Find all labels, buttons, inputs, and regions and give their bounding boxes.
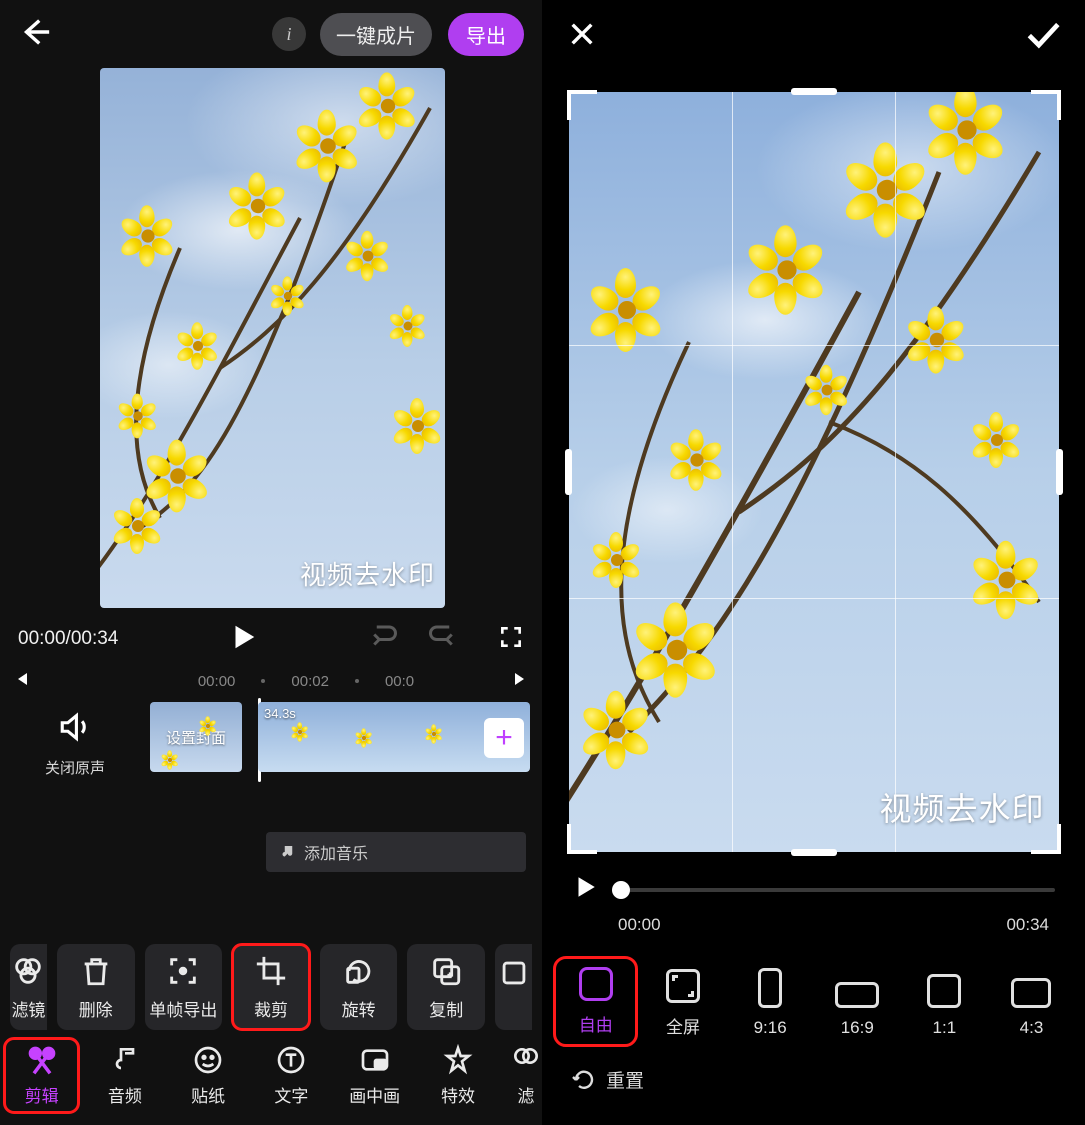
play-icon[interactable]	[228, 622, 258, 657]
tab-audio[interactable]: 音频	[93, 1044, 156, 1107]
redo-icon[interactable]	[428, 622, 458, 657]
tick-label: 00:02	[291, 673, 329, 690]
watermark-text: 视频去水印	[879, 784, 1044, 830]
fullscreen-icon[interactable]	[498, 624, 524, 655]
tick-label: 00:0	[385, 673, 414, 690]
crop-corner-tr[interactable]	[1031, 90, 1061, 120]
export-button[interactable]: 导出	[448, 13, 524, 56]
ratio-1-1[interactable]: 1:1	[911, 974, 978, 1038]
reset-button[interactable]: 重置	[542, 1038, 1085, 1093]
crop-stage[interactable]: 视频去水印	[569, 92, 1059, 852]
timeline[interactable]: 关闭原声 设置封面 34.3s +	[0, 698, 542, 818]
progress-bar[interactable]	[616, 888, 1055, 892]
clip-duration: 34.3s	[264, 706, 296, 721]
crop-edge-left[interactable]	[565, 449, 572, 495]
aspect-ratio-row: 自由 全屏 9:16 16:9 1:1	[542, 935, 1085, 1038]
editor-pane: i 一键成片 导出 视频去水印	[0, 0, 542, 1125]
undo-icon[interactable]	[368, 622, 398, 657]
tick-label: 00:00	[198, 673, 236, 690]
crop-edge-right[interactable]	[1056, 449, 1063, 495]
close-icon[interactable]	[566, 18, 598, 55]
timeline-ruler: 00:00 00:02 00:0	[0, 664, 542, 698]
crop-pane: 视频去水印 00:00 00:34	[542, 0, 1085, 1125]
skip-end-icon[interactable]	[512, 670, 530, 692]
crop-header	[542, 0, 1085, 72]
crop-corner-tl[interactable]	[567, 90, 597, 120]
tab-sticker[interactable]: 贴纸	[177, 1044, 240, 1107]
tool-more[interactable]	[495, 944, 532, 1030]
playback-controls: 00:00/00:34	[0, 608, 542, 664]
ratio-16-9[interactable]: 16:9	[824, 982, 891, 1038]
add-clip-button[interactable]: +	[484, 718, 524, 758]
info-icon[interactable]: i	[272, 17, 306, 51]
progress-thumb[interactable]	[612, 881, 630, 899]
time-display: 00:00/00:34	[18, 628, 118, 650]
crop-playback	[542, 852, 1085, 911]
auto-compose-button[interactable]: 一键成片	[320, 13, 432, 56]
back-arrow-icon[interactable]	[18, 15, 52, 54]
crop-edge-bottom[interactable]	[791, 849, 837, 856]
ratio-free[interactable]: 自由	[562, 965, 629, 1038]
time-start: 00:00	[618, 915, 661, 935]
left-header: i 一键成片 导出	[0, 0, 542, 68]
tool-crop[interactable]: 裁剪	[232, 944, 310, 1030]
mute-icon[interactable]	[58, 710, 92, 749]
tool-rotate[interactable]: 旋转	[320, 944, 398, 1030]
tool-copy[interactable]: 复制	[407, 944, 485, 1030]
tab-edit[interactable]: 剪辑	[10, 1044, 73, 1107]
ratio-9-16[interactable]: 9:16	[737, 968, 804, 1038]
tab-pip[interactable]: 画中画	[343, 1044, 406, 1107]
add-music-track[interactable]: 添加音乐	[266, 832, 526, 872]
confirm-icon[interactable]	[1023, 15, 1061, 58]
tab-effects[interactable]: 特效	[426, 1044, 489, 1107]
time-end: 00:34	[1006, 915, 1049, 935]
clip-tool-row: 滤镜 删除 单帧导出 裁剪 旋转 复制	[0, 938, 542, 1030]
play-icon[interactable]	[572, 874, 598, 905]
tab-text[interactable]: 文字	[260, 1044, 323, 1107]
crop-corner-br[interactable]	[1031, 824, 1061, 854]
watermark-text: 视频去水印	[300, 555, 435, 592]
ratio-4-3[interactable]: 4:3	[998, 978, 1065, 1038]
crop-edge-top[interactable]	[791, 88, 837, 95]
set-cover-button[interactable]: 设置封面	[150, 702, 242, 772]
tool-delete[interactable]: 删除	[57, 944, 135, 1030]
crop-corner-bl[interactable]	[567, 824, 597, 854]
main-tab-row: 剪辑 音频 贴纸 文字 画中画 特效	[10, 1030, 542, 1107]
tool-filter[interactable]: 滤镜	[10, 944, 47, 1030]
mute-label: 关闭原声	[45, 757, 105, 778]
ratio-full[interactable]: 全屏	[649, 969, 716, 1038]
tool-frame-export[interactable]: 单帧导出	[145, 944, 223, 1030]
video-preview[interactable]: 视频去水印	[100, 68, 445, 608]
skip-start-icon[interactable]	[12, 670, 30, 692]
tab-filter[interactable]: 滤	[510, 1044, 542, 1107]
